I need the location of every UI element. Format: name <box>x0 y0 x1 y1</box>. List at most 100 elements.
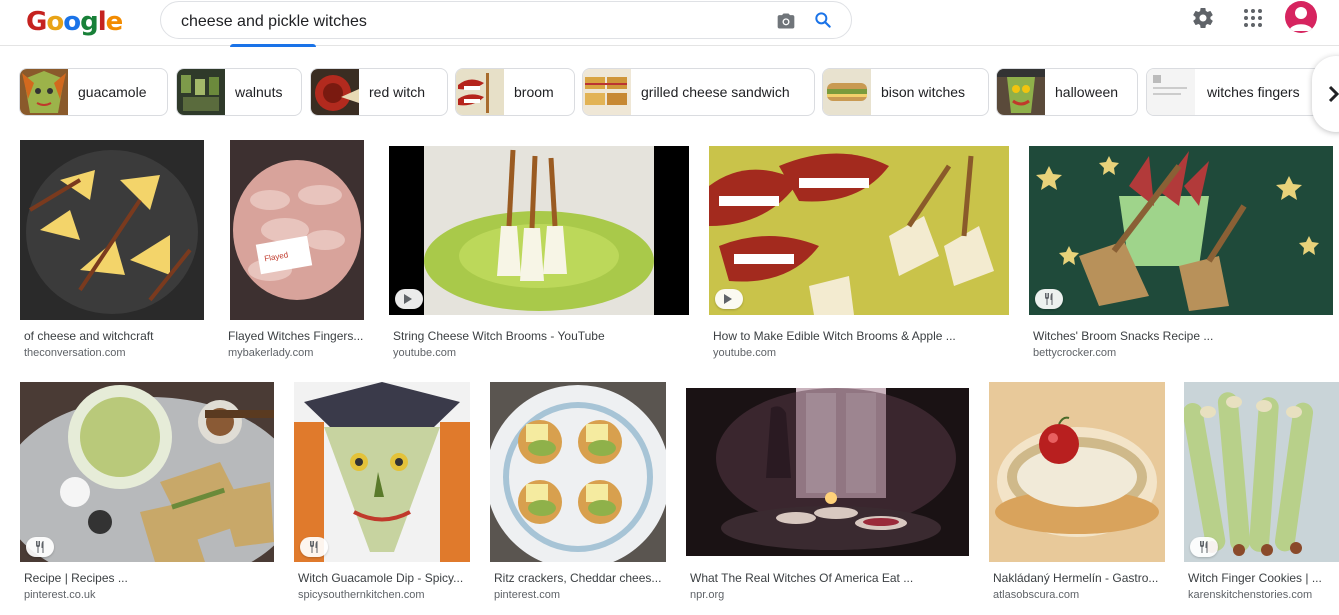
logo-letter: o <box>63 7 81 37</box>
chip-thumbnail <box>177 69 225 115</box>
result-title[interactable]: Flayed Witches Fingers... <box>228 329 370 343</box>
result-title[interactable]: Recipe | Recipes ... <box>24 571 274 585</box>
chip-label: grilled cheese sandwich <box>641 84 790 100</box>
search-icon[interactable] <box>813 10 833 30</box>
chip-thumbnail <box>1147 69 1195 115</box>
play-icon <box>404 294 412 304</box>
result-source[interactable]: youtube.com <box>393 347 689 359</box>
play-icon <box>724 294 732 304</box>
video-badge <box>395 289 423 309</box>
chevron-right-icon <box>1328 85 1339 103</box>
result-title[interactable]: Nakládaný Hermelín - Gastro... <box>993 571 1165 585</box>
google-doodle-logo[interactable]: Google <box>26 4 123 40</box>
chip-thumbnail <box>456 69 504 115</box>
related-searches-chips: guacamole walnuts red witch broom grille… <box>0 68 1339 116</box>
utensils-icon <box>36 541 44 553</box>
result-source[interactable]: mybakerlady.com <box>228 347 370 359</box>
result-title[interactable]: Ritz crackers, Cheddar chees... <box>494 571 666 585</box>
result-image[interactable] <box>20 140 204 320</box>
chip-thumbnail <box>823 69 871 115</box>
chip-label: broom <box>514 84 554 100</box>
result-title[interactable]: Witch Finger Cookies | ... <box>1188 571 1338 585</box>
image-result[interactable]: Recipe | Recipes ... pinterest.co.uk <box>20 382 276 607</box>
chips-next-button[interactable] <box>1312 56 1339 132</box>
utensils-icon <box>1045 293 1053 305</box>
utensils-icon <box>310 541 318 553</box>
person-icon <box>1289 7 1313 31</box>
result-title[interactable]: How to Make Edible Witch Brooms & Apple … <box>713 329 1009 343</box>
result-image[interactable] <box>389 146 689 315</box>
result-source[interactable]: pinterest.com <box>494 589 666 601</box>
result-title[interactable]: Witch Guacamole Dip - Spicy... <box>298 571 470 585</box>
chip-walnuts[interactable]: walnuts <box>176 68 302 116</box>
image-result[interactable]: What The Real Witches Of America Eat ...… <box>686 382 972 607</box>
result-source[interactable]: pinterest.co.uk <box>24 589 274 601</box>
result-source[interactable]: karenskitchenstories.com <box>1188 589 1338 601</box>
chip-label: witches fingers <box>1207 84 1300 100</box>
chip-thumbnail <box>311 69 359 115</box>
result-image[interactable] <box>1029 146 1333 315</box>
image-result[interactable]: Witch Guacamole Dip - Spicy... spicysout… <box>294 382 472 607</box>
active-tab-indicator <box>230 44 316 47</box>
logo-letter: l <box>97 7 107 37</box>
image-result[interactable]: Witch Finger Cookies | ... karenskitchen… <box>1184 382 1339 607</box>
chip-bison-witches[interactable]: bison witches <box>822 68 989 116</box>
chip-thumbnail <box>997 69 1045 115</box>
chip-red-witch[interactable]: red witch <box>310 68 448 116</box>
chip-grilled-cheese-sandwich[interactable]: grilled cheese sandwich <box>582 68 815 116</box>
chip-label: red witch <box>369 84 426 100</box>
result-image[interactable] <box>20 382 274 562</box>
result-image[interactable] <box>1184 382 1339 562</box>
result-title[interactable]: What The Real Witches Of America Eat ... <box>690 571 970 585</box>
image-result[interactable]: of cheese and witchcraft theconversation… <box>20 140 206 365</box>
logo-letter: o <box>46 7 64 37</box>
result-title[interactable]: of cheese and witchcraft <box>24 329 204 343</box>
logo-letter: g <box>80 7 99 37</box>
recipe-badge <box>1190 537 1218 557</box>
result-image[interactable] <box>989 382 1165 562</box>
chip-thumbnail <box>583 69 631 115</box>
image-result[interactable]: Flayed Flayed Witches Fingers... mybaker… <box>224 140 372 365</box>
chip-halloween[interactable]: halloween <box>996 68 1138 116</box>
image-result[interactable]: Ritz crackers, Cheddar chees... pinteres… <box>490 382 668 607</box>
result-image[interactable]: Flayed <box>230 140 364 320</box>
recipe-badge <box>26 537 54 557</box>
result-source[interactable]: npr.org <box>690 589 970 601</box>
chip-thumbnail <box>20 69 68 115</box>
result-source[interactable]: theconversation.com <box>24 347 204 359</box>
logo-letter: G <box>26 7 47 37</box>
gear-icon[interactable] <box>1191 6 1215 30</box>
image-result[interactable]: String Cheese Witch Brooms - YouTube you… <box>389 140 691 365</box>
recipe-badge <box>1035 289 1063 309</box>
chip-guacamole[interactable]: guacamole <box>19 68 168 116</box>
image-result[interactable]: Witches' Broom Snacks Recipe ... bettycr… <box>1029 140 1339 365</box>
chip-label: guacamole <box>78 84 147 100</box>
top-header: Google <box>0 0 1339 47</box>
result-image[interactable] <box>709 146 1009 315</box>
chip-label: halloween <box>1055 84 1119 100</box>
recipe-badge <box>300 537 328 557</box>
chip-label: walnuts <box>235 84 283 100</box>
image-result[interactable]: How to Make Edible Witch Brooms & Apple … <box>709 140 1011 365</box>
camera-icon[interactable] <box>776 11 796 31</box>
result-source[interactable]: atlasobscura.com <box>993 589 1165 601</box>
chip-label: bison witches <box>881 84 966 100</box>
search-box <box>160 1 852 39</box>
apps-grid-icon[interactable] <box>1243 8 1263 28</box>
video-badge <box>715 289 743 309</box>
result-image[interactable] <box>686 388 969 556</box>
chip-witches-fingers[interactable]: witches fingers <box>1146 68 1326 116</box>
result-source[interactable]: youtube.com <box>713 347 1009 359</box>
image-result[interactable]: Nakládaný Hermelín - Gastro... atlasobsc… <box>989 382 1167 607</box>
result-source[interactable]: bettycrocker.com <box>1033 347 1333 359</box>
result-image[interactable] <box>294 382 470 562</box>
logo-letter: e <box>105 7 124 37</box>
result-title[interactable]: String Cheese Witch Brooms - YouTube <box>393 329 689 343</box>
utensils-icon <box>1200 541 1208 553</box>
result-source[interactable]: spicysouthernkitchen.com <box>298 589 470 601</box>
search-input[interactable] <box>181 11 761 33</box>
chip-broom[interactable]: broom <box>455 68 575 116</box>
result-title[interactable]: Witches' Broom Snacks Recipe ... <box>1033 329 1333 343</box>
result-image[interactable] <box>490 382 666 562</box>
account-avatar[interactable] <box>1285 1 1317 33</box>
